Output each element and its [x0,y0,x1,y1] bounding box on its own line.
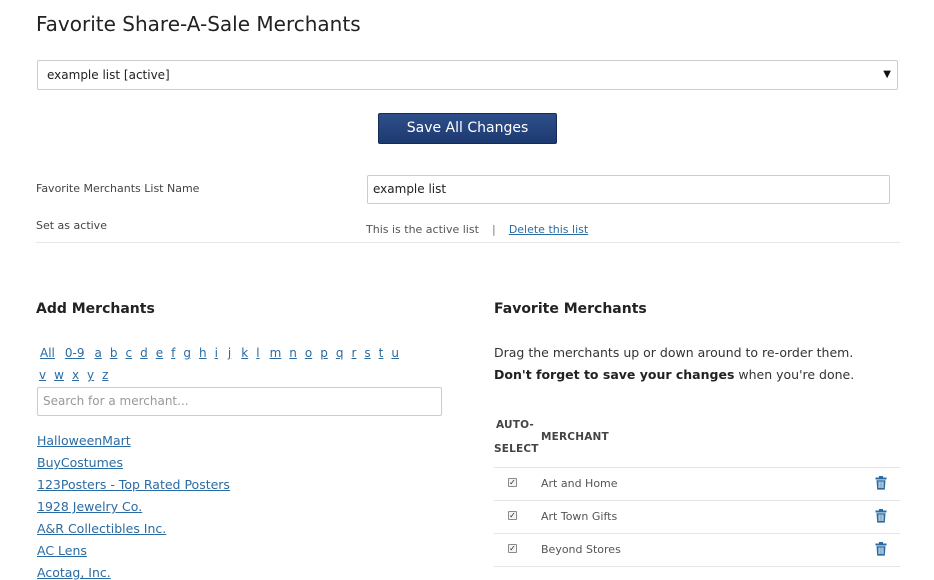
merchant-link[interactable]: Acotag, Inc. [37,565,111,580]
col-merchant: MERCHANT [541,431,609,443]
instructions-emphasis: Don't forget to save your changes [494,367,735,382]
alphabet-link[interactable]: u [391,346,399,360]
alphabet-link[interactable]: i [215,346,218,360]
col-auto-select-line1: AUTO- [496,419,534,431]
reorder-instructions: Drag the merchants up or down around to … [494,342,894,386]
alphabet-link[interactable]: v [39,368,46,382]
add-merchants-title: Add Merchants [36,301,155,317]
list-name-input[interactable]: example list [367,175,890,204]
alphabet-link[interactable]: c [125,346,132,360]
trash-icon[interactable] [875,541,887,560]
alphabet-link[interactable]: e [156,346,163,360]
set-active-label: Set as active [36,219,107,232]
favorite-merchant-name: Beyond Stores [541,543,621,556]
trash-icon[interactable] [875,508,887,527]
alphabet-link[interactable]: g [183,346,191,360]
merchant-link[interactable]: BuyCostumes [37,455,123,470]
alphabet-link[interactable]: a [95,346,102,360]
alphabet-filter-row-2: vwxyz [39,368,116,382]
alphabet-link[interactable]: m [270,346,282,360]
divider [36,242,900,243]
auto-select-checkbox[interactable]: ✓ [508,544,517,553]
alphabet-link[interactable]: b [110,346,118,360]
alphabet-link[interactable]: 0-9 [65,346,85,360]
merchant-link[interactable]: AC Lens [37,543,87,558]
merchant-search-input[interactable]: Search for a merchant... [37,387,442,416]
alphabet-link[interactable]: r [351,346,356,360]
save-all-changes-button[interactable]: Save All Changes [378,113,557,144]
col-auto-select-line2: SELECT [494,443,539,455]
alphabet-link[interactable]: All [40,346,55,360]
list-name-label: Favorite Merchants List Name [36,182,200,195]
favorite-merchant-name: Art Town Gifts [541,510,618,523]
merchant-link[interactable]: A&R Collectibles Inc. [37,521,166,536]
favorite-merchants-title: Favorite Merchants [494,301,647,317]
instructions-text-end: when you're done. [734,367,855,382]
alphabet-link[interactable]: s [364,346,370,360]
caret-down-icon: ▼ [883,69,891,80]
alphabet-link[interactable]: l [256,346,259,360]
active-status-text: This is the active list [366,223,479,236]
row-divider [494,500,900,501]
alphabet-link[interactable]: k [241,346,248,360]
list-select[interactable]: example list [active] ▼ [37,60,898,90]
alphabet-link[interactable]: h [199,346,207,360]
alphabet-link[interactable]: p [320,346,328,360]
alphabet-link[interactable]: w [54,368,64,382]
instructions-text: Drag the merchants up or down around to … [494,345,854,360]
merchant-link[interactable]: 123Posters - Top Rated Posters [37,477,230,492]
separator: | [492,223,496,236]
alphabet-link[interactable]: n [289,346,297,360]
row-divider [494,533,900,534]
auto-select-checkbox[interactable]: ✓ [508,511,517,520]
page-title: Favorite Share-A-Sale Merchants [36,12,361,36]
alphabet-link[interactable]: o [305,346,312,360]
row-divider [494,467,900,468]
merchant-link[interactable]: 1928 Jewelry Co. [37,499,142,514]
alphabet-link[interactable]: j [228,346,231,360]
alphabet-link[interactable]: t [379,346,384,360]
alphabet-link[interactable]: f [171,346,175,360]
auto-select-checkbox[interactable]: ✓ [508,478,517,487]
alphabet-link[interactable]: q [336,346,344,360]
alphabet-link[interactable]: x [72,368,79,382]
favorite-merchant-name: Art and Home [541,477,618,490]
alphabet-filter-row-1: All 0-9 a b c d e f g h i j k l m n o p q r s t u [40,346,407,360]
delete-list-link[interactable]: Delete this list [509,223,588,236]
list-select-value: example list [active] [47,68,170,82]
alphabet-link[interactable]: y [87,368,94,382]
row-divider [494,566,900,567]
merchant-link[interactable]: HalloweenMart [37,433,131,448]
alphabet-link[interactable]: z [102,368,108,382]
trash-icon[interactable] [875,475,887,494]
alphabet-link[interactable]: d [140,346,148,360]
